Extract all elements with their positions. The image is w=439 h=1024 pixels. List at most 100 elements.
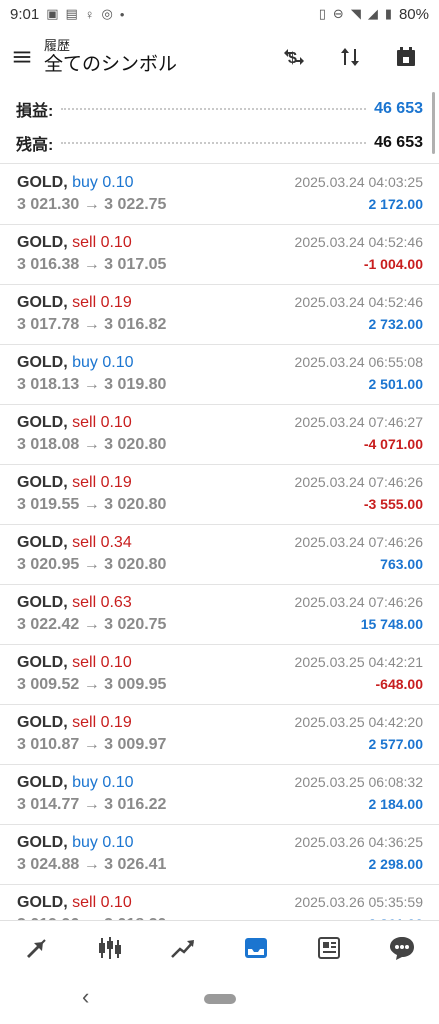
deal-instrument: GOLD, buy 0.10 bbox=[17, 834, 134, 852]
deal-profit: 2 298.00 bbox=[368, 856, 424, 872]
deal-time: 2025.03.24 04:03:25 bbox=[294, 174, 423, 190]
deal-line-bottom: 3 020.95 → 3 020.80 763.00 bbox=[17, 556, 423, 578]
dotted-leader bbox=[61, 108, 367, 110]
deal-line-bottom: 3 016.38 → 3 017.05 -1 004.00 bbox=[17, 256, 423, 278]
hamburger-menu-icon bbox=[13, 51, 31, 63]
deal-side: sell bbox=[72, 234, 97, 251]
deal-side: sell bbox=[72, 654, 97, 671]
nav-quotes[interactable] bbox=[12, 923, 62, 973]
deal-separator: , bbox=[63, 234, 73, 251]
deal-prices: 3 019.55 → 3 020.80 bbox=[17, 496, 167, 513]
deal-volume: 0.10 bbox=[100, 414, 132, 431]
deal-line-top: GOLD, buy 0.10 2025.03.24 06:55:08 bbox=[17, 354, 423, 376]
page-title[interactable]: 全てのシンボル bbox=[44, 54, 273, 76]
summary-panel: 損益: 46 653 残高: 46 653 bbox=[0, 90, 439, 164]
deal-list: GOLD, buy 0.10 2025.03.24 04:03:25 3 021.3… bbox=[0, 165, 439, 920]
deal-prices: 3 024.88 → 3 026.41 bbox=[17, 856, 167, 873]
calendar-button[interactable] bbox=[385, 36, 427, 78]
deal-time: 2025.03.26 05:35:59 bbox=[294, 894, 423, 910]
deal-separator: , bbox=[63, 414, 73, 431]
home-pill[interactable] bbox=[203, 994, 236, 1004]
deal-time: 2025.03.24 06:55:08 bbox=[294, 354, 423, 370]
deal-symbol: GOLD bbox=[17, 714, 64, 731]
deal-line-bottom: 3 022.42 → 3 020.75 15 748.00 bbox=[17, 616, 423, 638]
deal-instrument: GOLD, sell 0.10 bbox=[17, 414, 132, 432]
deal-line-bottom: 3 024.88 → 3 026.41 2 298.00 bbox=[17, 856, 423, 878]
deal-instrument: GOLD, buy 0.10 bbox=[17, 354, 134, 372]
deal-profit: 2 577.00 bbox=[368, 736, 424, 752]
back-icon[interactable]: ‹ bbox=[82, 984, 89, 1010]
balance-row: 残高: 46 653 bbox=[16, 128, 423, 158]
deal-line-top: GOLD, sell 0.34 2025.03.24 07:46:26 bbox=[17, 534, 423, 556]
deal-volume: 0.10 bbox=[100, 654, 132, 671]
deal-prices: 3 014.77 → 3 016.22 bbox=[17, 796, 167, 813]
deal-line-bottom: 3 017.78 → 3 016.82 2 732.00 bbox=[17, 316, 423, 338]
deal-row[interactable]: GOLD, sell 0.10 2025.03.24 04:52:46 3 016.… bbox=[0, 225, 439, 285]
status-right: ▯ ⊖ ◥ ◢ ▮ 80% bbox=[319, 6, 429, 23]
deal-volume: 0.10 bbox=[102, 354, 134, 371]
deal-time: 2025.03.24 04:52:46 bbox=[294, 234, 423, 250]
deal-row[interactable]: GOLD, sell 0.10 2025.03.24 07:46:27 3 018.… bbox=[0, 405, 439, 465]
deal-prices: 3 017.78 → 3 016.82 bbox=[17, 316, 167, 333]
deal-time: 2025.03.24 07:46:26 bbox=[294, 594, 423, 610]
deal-instrument: GOLD, sell 0.10 bbox=[17, 894, 132, 912]
deal-line-bottom: 3 018.13 → 3 019.80 2 501.00 bbox=[17, 376, 423, 398]
status-left: 9:01 ▣ ▤ ♀ ◎ • bbox=[10, 6, 124, 23]
deal-symbol: GOLD bbox=[17, 234, 64, 251]
deal-row[interactable]: GOLD, buy 0.10 2025.03.25 06:08:32 3 014.7… bbox=[0, 765, 439, 825]
deal-row[interactable]: GOLD, buy 0.10 2025.03.24 06:55:08 3 018.1… bbox=[0, 345, 439, 405]
menu-button[interactable] bbox=[0, 35, 44, 79]
dnd-icon: ⊖ bbox=[332, 6, 344, 21]
nav-news[interactable] bbox=[304, 923, 354, 973]
sort-button[interactable] bbox=[329, 36, 371, 78]
nav-chat[interactable] bbox=[377, 923, 427, 973]
deal-time: 2025.03.25 04:42:21 bbox=[294, 654, 423, 670]
deal-symbol: GOLD bbox=[17, 834, 64, 851]
profit-row: 損益: 46 653 bbox=[16, 94, 423, 124]
deal-side: buy bbox=[72, 774, 98, 791]
deal-line-top: GOLD, sell 0.19 2025.03.24 04:52:46 bbox=[17, 294, 423, 316]
bulb-icon: ♀ bbox=[84, 6, 95, 22]
deal-row[interactable]: GOLD, sell 0.34 2025.03.24 07:46:26 3 020.… bbox=[0, 525, 439, 585]
deal-volume: 0.10 bbox=[102, 774, 134, 791]
nav-history[interactable] bbox=[231, 923, 281, 973]
currency-exchange-icon: $ bbox=[284, 49, 304, 67]
calendar-icon bbox=[397, 47, 415, 66]
deal-line-top: GOLD, sell 0.63 2025.03.24 07:46:26 bbox=[17, 594, 423, 616]
deal-volume: 0.19 bbox=[100, 714, 132, 731]
status-bar: 9:01 ▣ ▤ ♀ ◎ • ▯ ⊖ ◥ ◢ ▮ 80% bbox=[0, 0, 439, 28]
deal-side: sell bbox=[72, 414, 97, 431]
scrollbar[interactable] bbox=[432, 92, 435, 154]
signal-icon: ◢ bbox=[367, 6, 378, 21]
deal-prices: 3 021.30 → 3 022.75 bbox=[17, 196, 167, 213]
deal-row[interactable]: GOLD, sell 0.10 2025.03.25 04:42:21 3 009.… bbox=[0, 645, 439, 705]
newspaper-icon bbox=[318, 937, 341, 959]
deal-row[interactable]: GOLD, buy 0.10 2025.03.24 04:03:25 3 021.3… bbox=[0, 165, 439, 225]
deal-row[interactable]: GOLD, sell 0.19 2025.03.24 07:46:26 3 019.… bbox=[0, 465, 439, 525]
bottom-nav bbox=[0, 920, 439, 975]
deal-time: 2025.03.24 07:46:26 bbox=[294, 534, 423, 550]
deal-symbol: GOLD bbox=[17, 174, 64, 191]
currency-exchange-button[interactable]: $ bbox=[273, 36, 315, 78]
deal-side: buy bbox=[72, 174, 98, 191]
nav-trade[interactable] bbox=[158, 923, 208, 973]
deal-line-top: GOLD, buy 0.10 2025.03.25 06:08:32 bbox=[17, 774, 423, 796]
deal-separator: , bbox=[63, 594, 73, 611]
deal-volume: 0.34 bbox=[100, 534, 132, 551]
vibrate-icon: ▯ bbox=[318, 6, 326, 21]
deal-row[interactable]: GOLD, sell 0.102025.03.26 05:35:593 019.… bbox=[0, 885, 439, 920]
deal-row[interactable]: GOLD, buy 0.10 2025.03.26 04:36:25 3 024.8… bbox=[0, 825, 439, 885]
deal-prices: 3 018.08 → 3 020.80 bbox=[17, 436, 167, 453]
nav-chart[interactable] bbox=[85, 923, 135, 973]
deal-separator: , bbox=[63, 714, 73, 731]
deal-row[interactable]: GOLD, sell 0.63 2025.03.24 07:46:26 3 022.… bbox=[0, 585, 439, 645]
profit-value: 46 653 bbox=[374, 100, 423, 117]
deal-line-bottom: 3 019.55 → 3 020.80 -3 555.00 bbox=[17, 496, 423, 518]
deal-row[interactable]: GOLD, sell 0.19 2025.03.25 04:42:20 3 010.… bbox=[0, 705, 439, 765]
deal-separator: , bbox=[63, 654, 73, 671]
deal-profit: 2 184.00 bbox=[368, 796, 424, 812]
balance-value: 46 653 bbox=[374, 134, 423, 151]
deal-row[interactable]: GOLD, sell 0.19 2025.03.24 04:52:46 3 017.… bbox=[0, 285, 439, 345]
deal-time: 2025.03.25 04:42:20 bbox=[294, 714, 423, 730]
deal-symbol: GOLD bbox=[17, 474, 64, 491]
